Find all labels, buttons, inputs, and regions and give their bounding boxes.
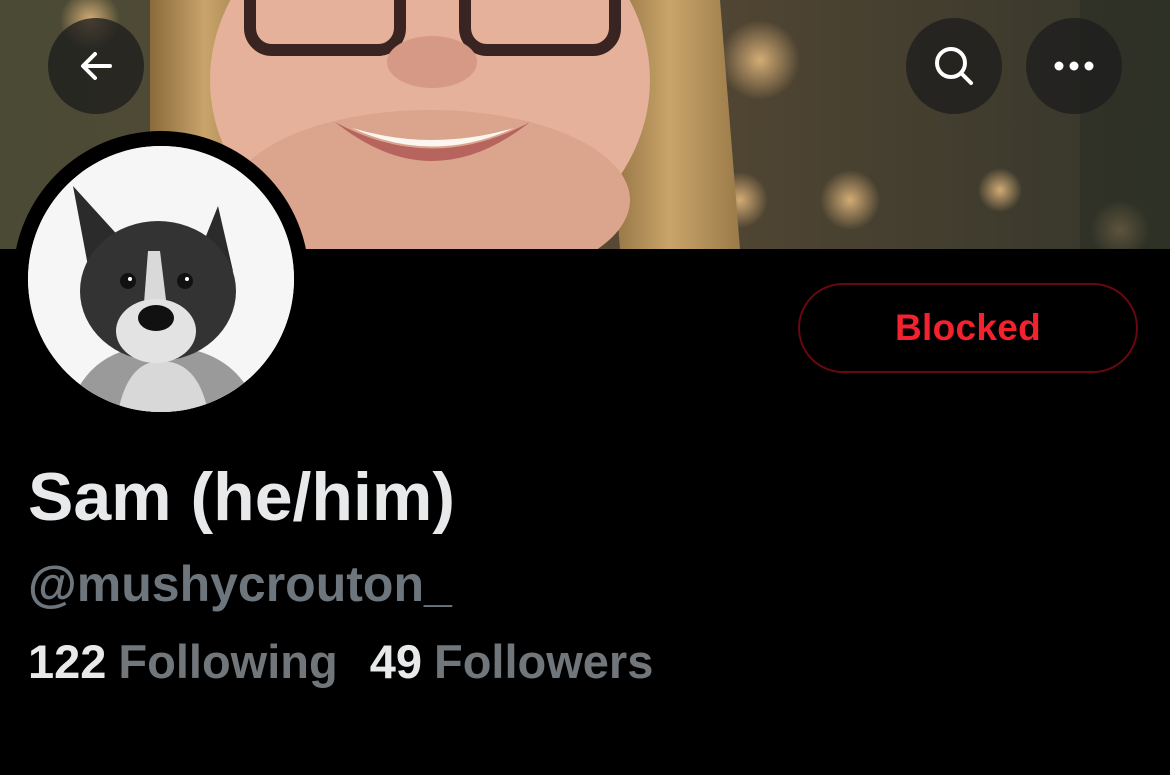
following-count: 122 [28,635,107,688]
profile-screen: Blocked Sam (he/him) @mushycrouton_ 122 … [0,0,1170,775]
followers-link[interactable]: 49 Followers [370,630,654,694]
profile-stats: 122 Following 49 Followers [28,630,653,694]
avatar[interactable] [28,146,294,412]
blocked-button[interactable]: Blocked [798,283,1138,373]
following-label: Following [118,635,338,688]
profile-handle: @mushycrouton_ [28,556,452,612]
more-options-button[interactable] [1026,18,1122,114]
search-button[interactable] [906,18,1002,114]
following-link[interactable]: 122 Following [28,630,338,694]
followers-count: 49 [369,635,422,688]
more-horizontal-icon [1054,61,1094,71]
profile-display-name: Sam (he/him) [28,459,455,535]
search-icon [935,47,973,85]
dog-avatar-image [28,146,294,412]
back-button[interactable] [48,18,144,114]
arrow-left-icon [81,52,112,80]
followers-label: Followers [433,635,654,688]
